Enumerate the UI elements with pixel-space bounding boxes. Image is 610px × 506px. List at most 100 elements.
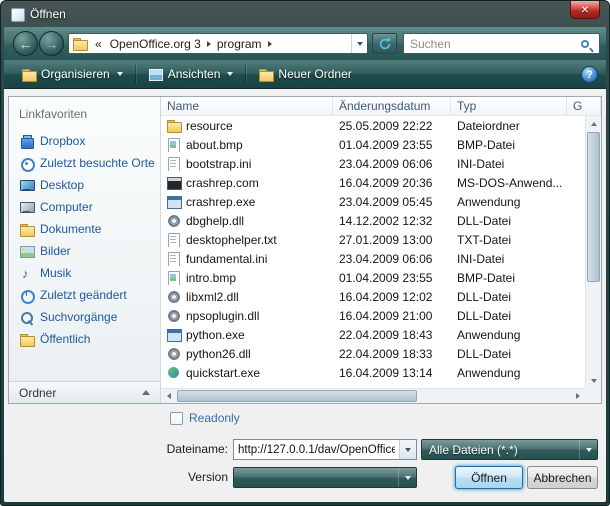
dll-icon [166, 213, 181, 228]
sidebar-item[interactable]: Dokumente [9, 218, 160, 240]
new-folder-label: Neuer Ordner [278, 67, 351, 81]
file-row[interactable]: desktophelper.txt 27.01.2009 13:00 TXT-D… [161, 230, 585, 249]
file-date: 22.04.2009 18:43 [333, 328, 451, 342]
file-name: dbghelp.dll [186, 214, 244, 228]
triangle-right-icon [576, 393, 580, 399]
column-header-type[interactable]: Typ [451, 97, 567, 115]
open-dialog: Öffnen « OpenOffice.org 3 program [0, 0, 610, 506]
file-type: Anwendung [451, 366, 567, 380]
version-dropdown-button[interactable] [398, 468, 416, 487]
ini-icon [166, 156, 181, 171]
organize-icon [21, 67, 36, 82]
scroll-left-button[interactable] [161, 389, 176, 403]
breadcrumb-item-program[interactable]: program [213, 37, 266, 51]
file-type: INI-Datei [451, 252, 567, 266]
cancel-button[interactable]: Abbrechen [527, 466, 598, 489]
breadcrumb-separator-icon[interactable] [268, 41, 272, 47]
file-type: DLL-Datei [451, 347, 567, 361]
pictures-icon [19, 244, 34, 259]
back-button[interactable] [13, 31, 38, 56]
file-date: 27.01.2009 13:00 [333, 233, 451, 247]
refresh-button[interactable] [372, 33, 397, 54]
folders-expander[interactable]: Ordner [9, 381, 160, 403]
search-input[interactable] [404, 37, 581, 51]
sidebar-item[interactable]: Dropbox [9, 130, 160, 152]
file-row[interactable]: about.bmp 01.04.2009 23:55 BMP-Datei [161, 135, 585, 154]
filetype-combobox[interactable]: Alle Dateien (*.*) [421, 439, 598, 460]
dll-icon [166, 346, 181, 361]
file-row[interactable]: npsoplugin.dll 16.04.2009 21:00 DLL-Date… [161, 306, 585, 325]
file-row[interactable]: quickstart.exe 16.04.2009 13:14 Anwendun… [161, 363, 585, 382]
vertical-scroll-thumb[interactable] [587, 132, 600, 282]
new-folder-button[interactable]: Neuer Ordner [249, 63, 360, 85]
file-row[interactable]: python26.dll 22.04.2009 18:33 DLL-Datei [161, 344, 585, 363]
forward-button[interactable] [39, 31, 64, 56]
breadcrumb-item-openoffice[interactable]: OpenOffice.org 3 [106, 37, 205, 51]
search-icon[interactable] [581, 40, 589, 48]
file-name: intro.bmp [186, 271, 236, 285]
desktop-icon [19, 178, 34, 193]
dialog-body: Linkfavoriten Dropbox Zuletzt besuchte O… [4, 89, 606, 502]
file-date: 16.04.2009 21:00 [333, 309, 451, 323]
triangle-left-icon [167, 393, 171, 399]
sidebar-item[interactable]: Desktop [9, 174, 160, 196]
file-row[interactable]: libxml2.dll 16.04.2009 12:02 DLL-Datei [161, 287, 585, 306]
file-date: 23.04.2009 06:06 [333, 157, 451, 171]
sidebar-item[interactable]: Zuletzt besuchte Orte [9, 152, 160, 174]
filename-input[interactable] [234, 444, 399, 456]
horizontal-scroll-thumb[interactable] [177, 390, 417, 402]
column-header-name[interactable]: Name [161, 97, 333, 115]
file-row[interactable]: dbghelp.dll 14.12.2002 12:32 DLL-Datei [161, 211, 585, 230]
file-row[interactable]: bootstrap.ini 23.04.2009 06:06 INI-Datei [161, 154, 585, 173]
file-list: Name Änderungsdatum Typ G resource 25.05… [161, 97, 601, 403]
version-combobox[interactable] [233, 467, 417, 488]
filename-dropdown-button[interactable] [399, 440, 416, 459]
address-dropdown-button[interactable] [351, 34, 367, 53]
dll-icon [166, 308, 181, 323]
open-button[interactable]: Öffnen [455, 466, 523, 489]
scroll-down-button[interactable] [586, 373, 601, 388]
file-row[interactable]: intro.bmp 01.04.2009 23:55 BMP-Datei [161, 268, 585, 287]
chevron-up-icon [142, 390, 150, 395]
filename-combobox[interactable] [233, 439, 417, 460]
scrollbar-corner [585, 388, 601, 403]
titlebar[interactable]: Öffnen [4, 1, 606, 27]
file-date: 16.04.2009 13:14 [333, 366, 451, 380]
column-header-size[interactable]: G [567, 97, 601, 115]
sidebar-item[interactable]: Öffentlich [9, 328, 160, 350]
bmp-icon [166, 270, 181, 285]
file-row[interactable]: resource 25.05.2009 22:22 Dateiordner [161, 116, 585, 135]
sidebar-item[interactable]: Musik [9, 262, 160, 284]
file-row[interactable]: crashrep.exe 23.04.2009 05:45 Anwendung [161, 192, 585, 211]
file-type: BMP-Datei [451, 138, 567, 152]
views-button[interactable]: Ansichten [139, 63, 243, 85]
readonly-checkbox[interactable] [170, 412, 183, 425]
sidebar-item[interactable]: Zuletzt geändert [9, 284, 160, 306]
file-name: about.bmp [186, 138, 243, 152]
address-bar[interactable]: « OpenOffice.org 3 program [68, 33, 368, 54]
sidebar-item[interactable]: Suchvorgänge [9, 306, 160, 328]
organize-button[interactable]: Organisieren [12, 63, 132, 85]
file-name: desktophelper.txt [186, 233, 277, 247]
filetype-dropdown-button[interactable] [579, 440, 597, 459]
scroll-right-button[interactable] [570, 389, 585, 403]
vertical-scrollbar[interactable] [585, 116, 601, 388]
horizontal-scrollbar[interactable] [161, 388, 585, 403]
computer-icon [19, 200, 34, 215]
new-folder-icon [258, 67, 273, 82]
close-button[interactable] [570, 1, 600, 19]
scroll-up-button[interactable] [586, 116, 601, 131]
help-button[interactable] [581, 66, 598, 83]
breadcrumb-separator-icon[interactable] [207, 41, 211, 47]
column-header-date[interactable]: Änderungsdatum [333, 97, 451, 115]
sidebar-item[interactable]: Bilder [9, 240, 160, 262]
back-arrow-icon [19, 37, 33, 51]
file-row[interactable]: fundamental.ini 23.04.2009 06:06 INI-Dat… [161, 249, 585, 268]
msdos-icon [166, 175, 181, 190]
sidebar-item[interactable]: Computer [9, 196, 160, 218]
toolbar-separator [245, 65, 246, 83]
file-name: crashrep.com [186, 176, 259, 190]
file-row[interactable]: crashrep.com 16.04.2009 20:36 MS-DOS-Anw… [161, 173, 585, 192]
file-row[interactable]: python.exe 22.04.2009 18:43 Anwendung [161, 325, 585, 344]
breadcrumb-overflow[interactable]: « [91, 37, 106, 51]
